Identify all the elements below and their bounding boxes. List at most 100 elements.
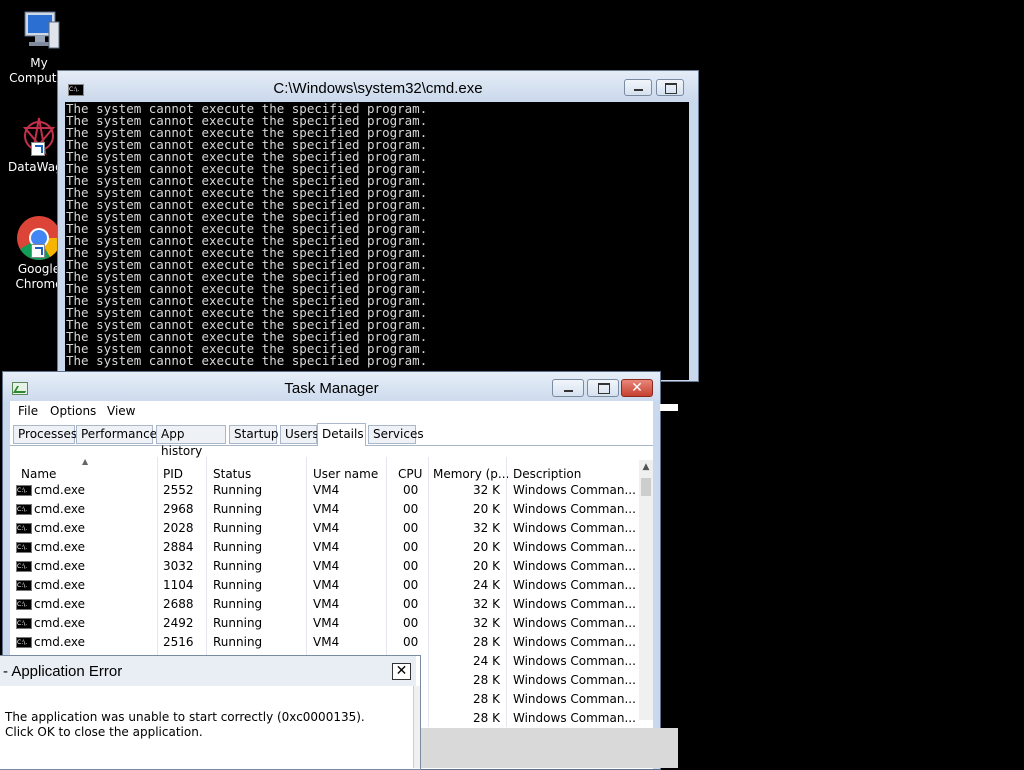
column-header-status[interactable]: Status	[213, 467, 251, 481]
close-button[interactable]: ✕	[621, 379, 653, 397]
minimize-icon	[564, 390, 573, 392]
dialog-edge	[413, 686, 420, 768]
cell-user: VM4	[313, 635, 340, 649]
cell-memory: 28 K	[473, 711, 500, 725]
cell-cpu: 00	[403, 635, 419, 649]
cell-pid: 2492	[163, 616, 194, 630]
scrollbar-thumb[interactable]	[641, 478, 651, 496]
cmd-exe-icon: C:\.	[16, 485, 32, 496]
minimize-button[interactable]	[552, 379, 584, 397]
cell-description: Windows Comman...	[513, 559, 636, 573]
minimize-button[interactable]	[624, 79, 652, 96]
cmd-console[interactable]: The system cannot execute the specified …	[65, 102, 689, 380]
tab-performance[interactable]: Performance	[76, 425, 157, 444]
cell-description: Windows Comman...	[513, 578, 636, 592]
shortcut-arrow-icon	[31, 244, 45, 258]
sort-ascending-icon: ▲	[82, 457, 89, 466]
cell-pid: 2516	[163, 635, 194, 649]
maximize-icon	[665, 83, 677, 94]
tab-services[interactable]: Services	[368, 425, 424, 444]
cell-memory: 32 K	[473, 597, 500, 611]
column-header-user[interactable]: User name	[313, 467, 378, 481]
cell-pid: 1104	[163, 578, 194, 592]
tab-processes[interactable]: Processes	[13, 425, 77, 444]
table-row[interactable]: C:\. cmd.exe 1104 Running VM4 00 24 K Windows C…	[10, 576, 636, 595]
cell-status: Running	[213, 540, 263, 554]
cmd-exe-icon: C:\.	[16, 637, 32, 648]
column-header-pid[interactable]: PID	[163, 467, 183, 481]
cell-description: Windows Comman...	[513, 483, 636, 497]
cmd-exe-icon: C:\.	[16, 504, 32, 515]
cell-status: Running	[213, 559, 263, 573]
cell-cpu: 00	[403, 616, 419, 630]
cell-name: cmd.exe	[34, 597, 86, 611]
cell-status: Running	[213, 597, 263, 611]
cmd-exe-icon: C:\.	[16, 618, 32, 629]
tab-app-history[interactable]: App history	[156, 425, 226, 458]
cell-pid: 2884	[163, 540, 194, 554]
cell-memory: 32 K	[473, 521, 500, 535]
computer-icon	[24, 11, 60, 49]
cell-description: Windows Comman...	[513, 635, 636, 649]
cell-name: cmd.exe	[34, 578, 86, 592]
cell-name: cmd.exe	[34, 540, 86, 554]
close-icon: ✕	[631, 380, 643, 396]
table-row[interactable]: C:\. cmd.exe 2968 Running VM4 00 20 K Windows C…	[10, 500, 636, 519]
cell-user: VM4	[313, 616, 340, 630]
tab-users[interactable]: Users	[280, 425, 319, 444]
cell-cpu: 00	[403, 578, 419, 592]
cell-memory: 32 K	[473, 616, 500, 630]
cmd-title: C:\Windows\system32\cmd.exe	[273, 80, 483, 97]
error-dialog-titlebar[interactable]: - Application Error ✕	[0, 656, 416, 686]
cell-memory: 24 K	[473, 578, 500, 592]
table-row[interactable]: C:\. cmd.exe 2884 Running VM4 00 20 K Windows C…	[10, 538, 636, 557]
column-header-name[interactable]: Name	[21, 467, 56, 481]
cmd-titlebar[interactable]: C:\. C:\Windows\system32\cmd.exe	[58, 71, 698, 101]
column-header-memory[interactable]: Memory (p...	[433, 467, 509, 481]
vertical-scrollbar[interactable]: ▲	[639, 460, 653, 720]
close-button[interactable]: ✕	[392, 663, 411, 680]
table-row[interactable]: C:\. cmd.exe 2492 Running VM4 00 32 K Windows C…	[10, 614, 636, 633]
cell-pid: 2552	[163, 483, 194, 497]
cell-memory: 24 K	[473, 654, 500, 668]
cmd-exe-icon: C:\.	[16, 542, 32, 553]
background-window-fragment	[420, 728, 678, 768]
cell-status: Running	[213, 635, 263, 649]
cell-memory: 32 K	[473, 483, 500, 497]
menu-options[interactable]: Options	[50, 404, 96, 418]
scroll-up-icon[interactable]: ▲	[639, 460, 653, 474]
error-message: The application was unable to start corr…	[5, 710, 365, 739]
menu-view[interactable]: View	[107, 404, 135, 418]
cell-description: Windows Comman...	[513, 597, 636, 611]
cell-memory: 20 K	[473, 540, 500, 554]
cmd-exe-icon: C:\.	[16, 523, 32, 534]
menu-file[interactable]: File	[18, 404, 38, 418]
column-header-description[interactable]: Description	[513, 467, 581, 481]
maximize-button[interactable]	[587, 379, 619, 397]
cell-memory: 20 K	[473, 559, 500, 573]
table-row[interactable]: C:\. cmd.exe 2028 Running VM4 00 32 K Windows C…	[10, 519, 636, 538]
cell-user: VM4	[313, 483, 340, 497]
cell-user: VM4	[313, 521, 340, 535]
cell-memory: 28 K	[473, 692, 500, 706]
cell-description: Windows Comman...	[513, 521, 636, 535]
table-row[interactable]: C:\. cmd.exe 2688 Running VM4 00 32 K Windows C…	[10, 595, 636, 614]
tab-startup[interactable]: Startup	[229, 425, 279, 444]
table-row[interactable]: C:\. cmd.exe 2516 Running VM4 00 28 K Windows C…	[10, 633, 636, 652]
cell-description: Windows Comman...	[513, 711, 636, 725]
column-header-cpu[interactable]: CPU	[398, 467, 422, 481]
table-row[interactable]: C:\. cmd.exe 2552 Running VM4 00 32 K Windows C…	[10, 481, 636, 500]
maximize-button[interactable]	[656, 79, 684, 96]
cell-description: Windows Comman...	[513, 692, 636, 706]
minimize-icon	[634, 89, 643, 91]
tab-details[interactable]: Details	[317, 423, 366, 446]
cell-cpu: 00	[403, 502, 419, 516]
cell-cpu: 00	[403, 521, 419, 535]
table-row[interactable]: C:\. cmd.exe 3032 Running VM4 00 20 K Windows C…	[10, 557, 636, 576]
error-dialog-title: - Application Error	[3, 663, 123, 680]
cell-cpu: 00	[403, 483, 419, 497]
cmd-exe-icon: C:\.	[16, 561, 32, 572]
cell-name: cmd.exe	[34, 635, 86, 649]
task-manager-titlebar[interactable]: Task Manager ✕	[3, 372, 660, 401]
cell-user: VM4	[313, 540, 340, 554]
